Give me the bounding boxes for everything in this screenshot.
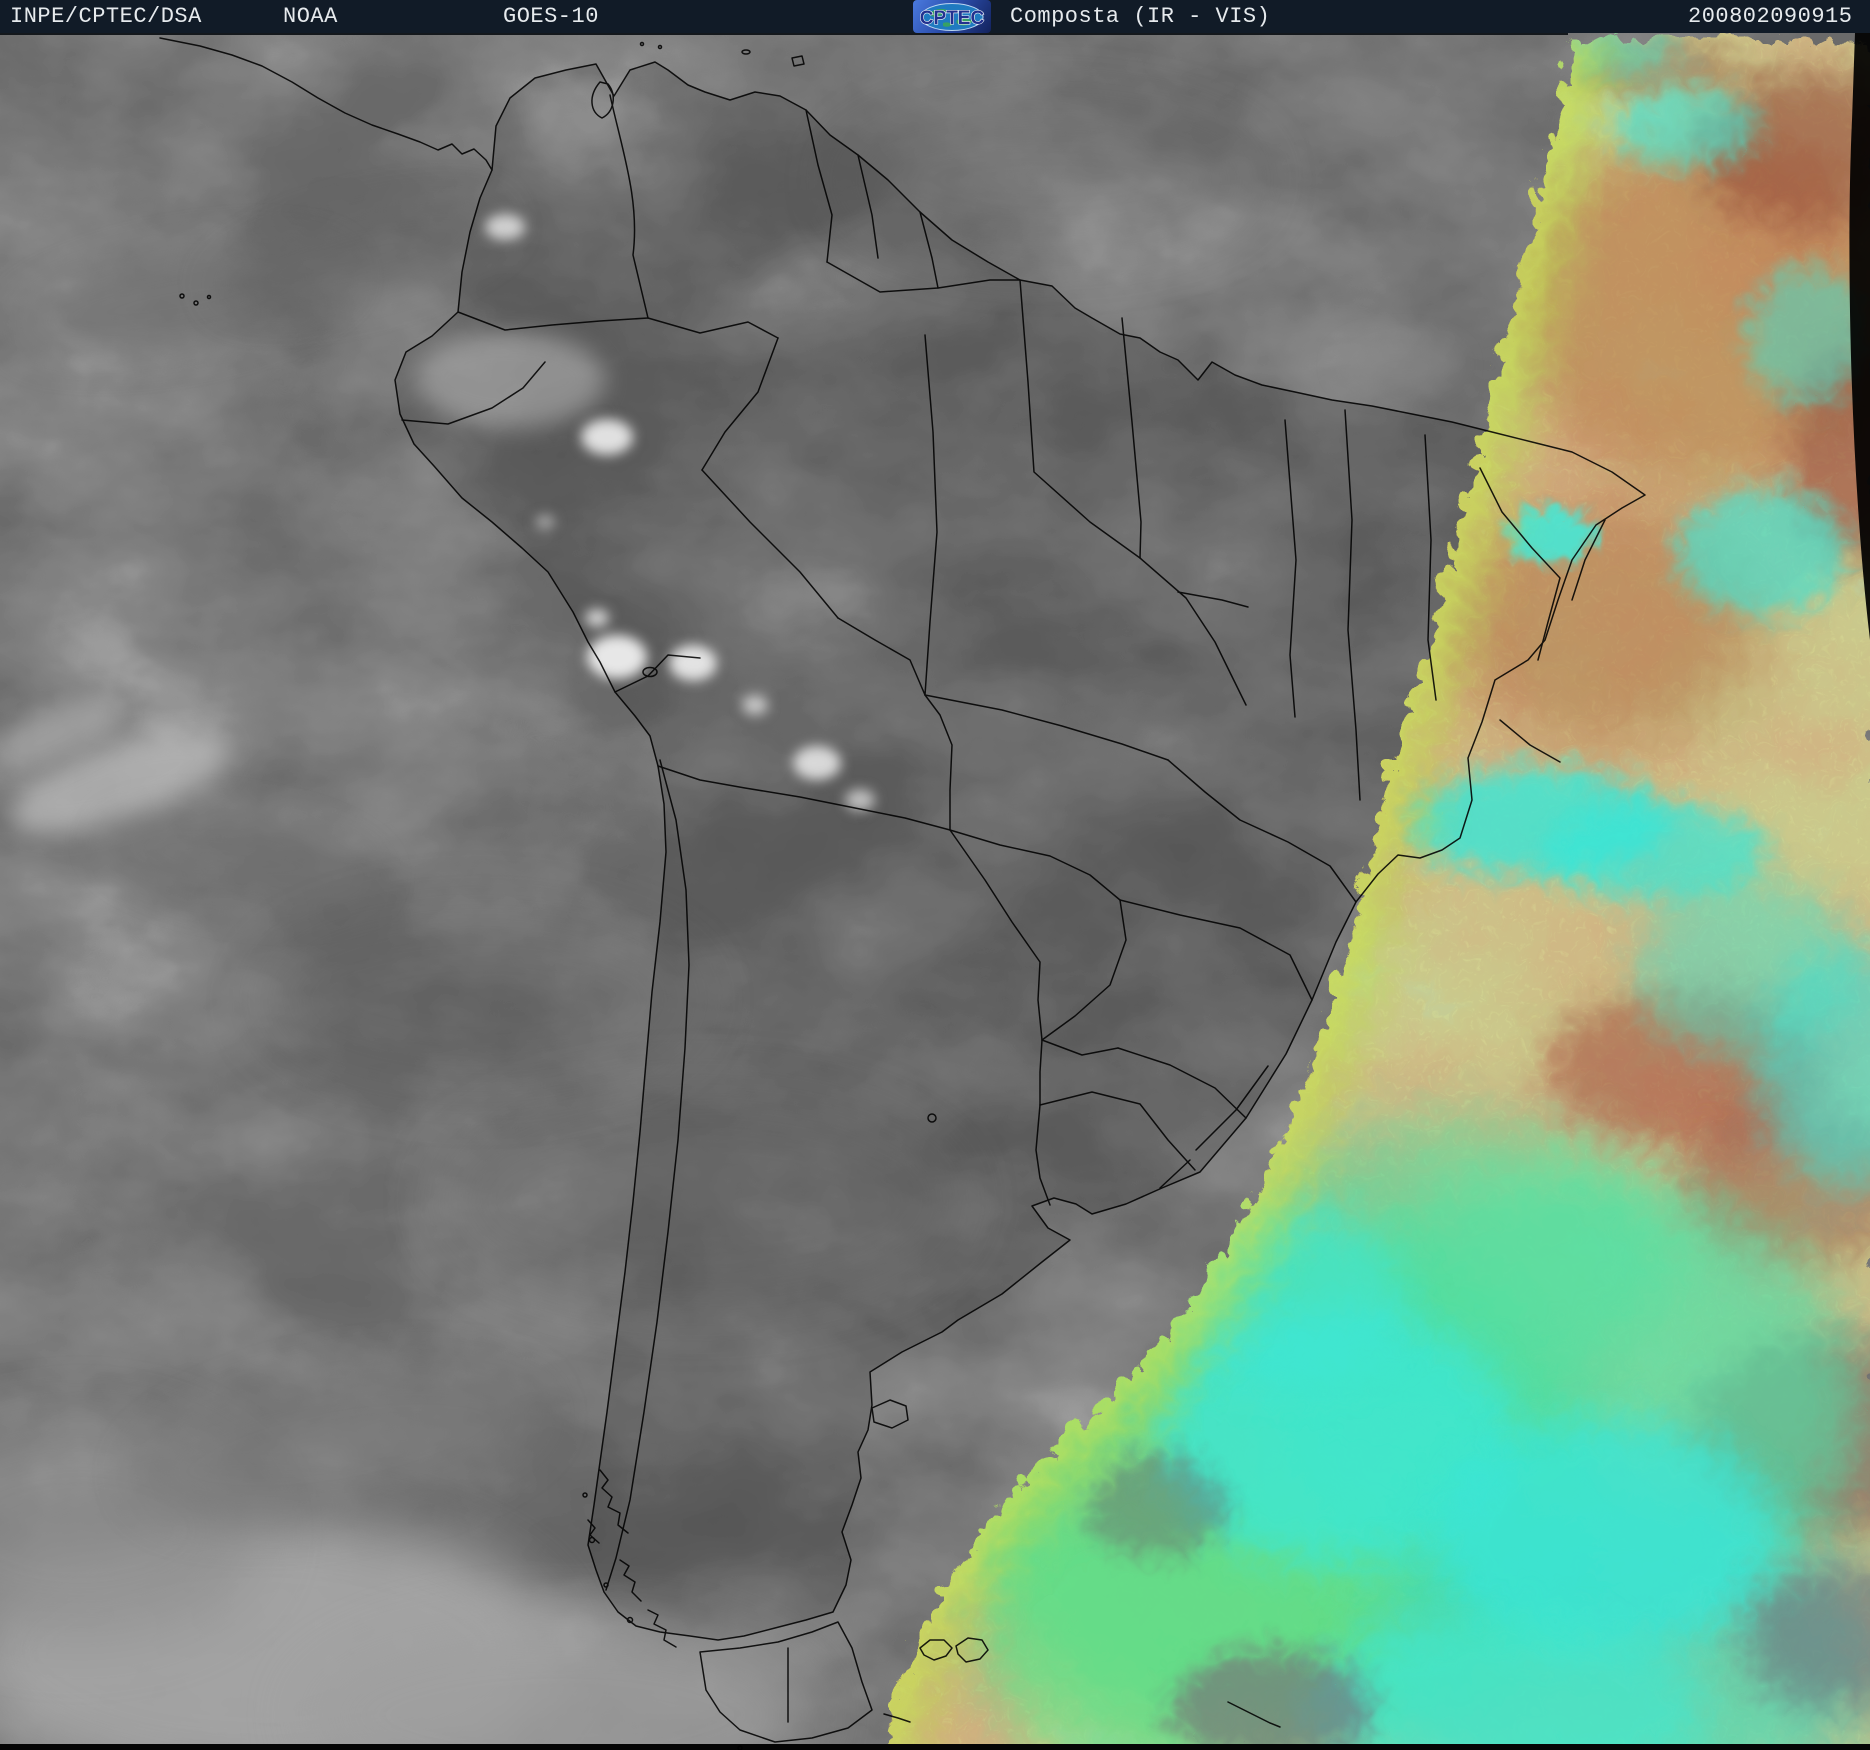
header-bar: INPE/CPTEC/DSA NOAA GOES-10 CPTEC Compos… [0, 0, 1870, 33]
cptec-logo: CPTEC [913, 0, 991, 33]
bottom-frame-line [0, 1744, 1870, 1750]
satellite-image-viewer: INPE/CPTEC/DSA NOAA GOES-10 CPTEC Compos… [0, 0, 1870, 1750]
top-frame-line [0, 33, 1568, 35]
satellite-image [0, 0, 1870, 1750]
noaa-label: NOAA [283, 5, 338, 29]
timestamp-label: 200802090915 [1688, 5, 1852, 29]
agency-label: INPE/CPTEC/DSA [10, 5, 202, 29]
satellite-label: GOES-10 [503, 5, 599, 29]
logo-text: CPTEC [920, 8, 985, 29]
product-label: Composta (IR - VIS) [1010, 5, 1270, 29]
